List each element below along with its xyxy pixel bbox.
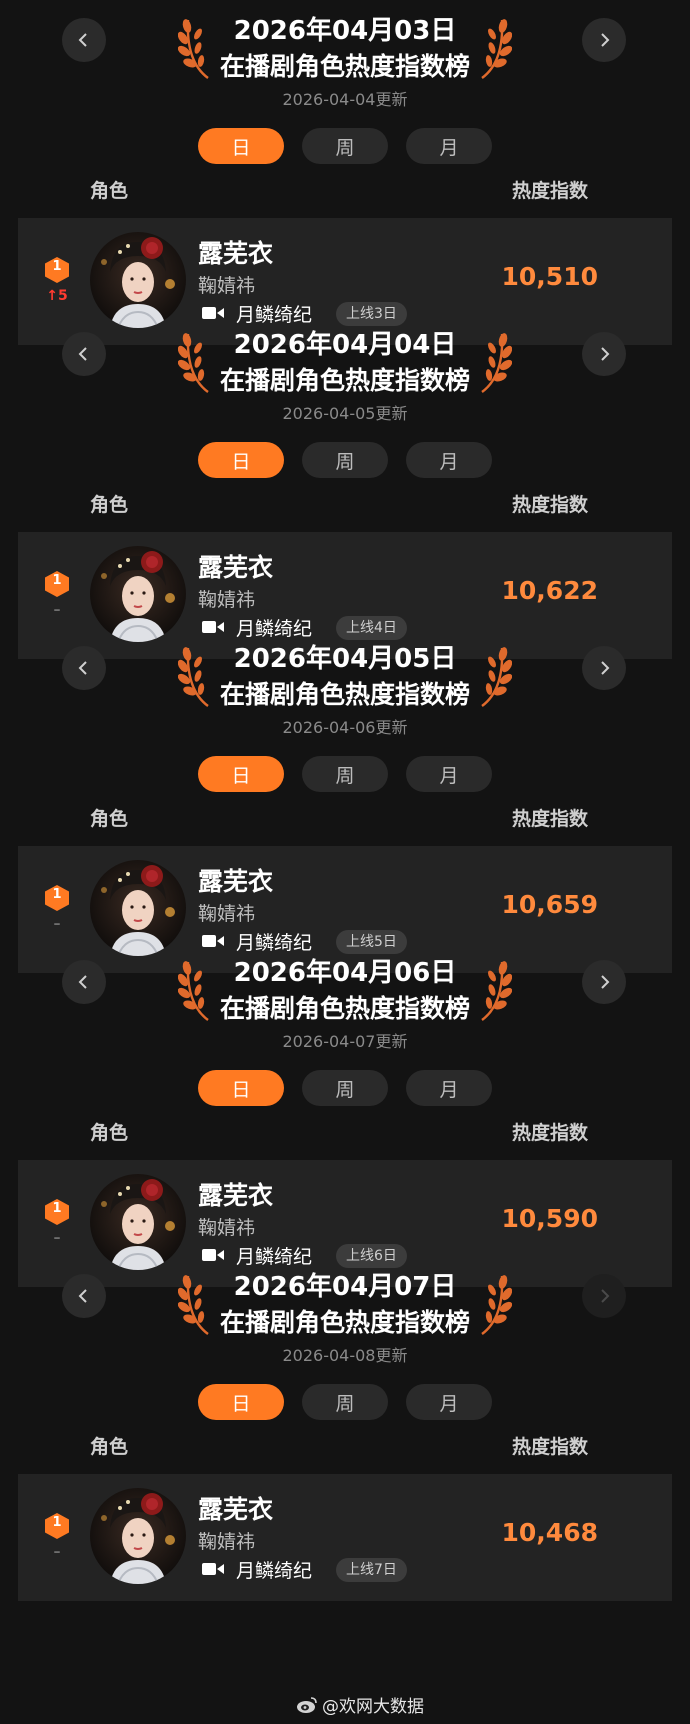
rank-change: –: [53, 602, 61, 618]
column-header-heat: 热度指数: [512, 1122, 589, 1144]
rank-number: 1: [52, 1201, 62, 1216]
heat-index-value: 10,468: [501, 1518, 598, 1547]
tab-week[interactable]: 周: [302, 442, 388, 478]
ranking-title: 在播剧角色热度指数榜: [219, 52, 470, 81]
tab-day[interactable]: 日: [198, 756, 284, 792]
updated-time: 2026-04-07更新: [282, 1032, 408, 1051]
tab-month[interactable]: 月: [406, 1384, 492, 1420]
tab-week[interactable]: 周: [302, 1384, 388, 1420]
rank-number: 1: [52, 887, 62, 902]
show-name: 月鳞绮纪: [236, 1560, 313, 1582]
actor-name: 鞠婧祎: [198, 1531, 256, 1553]
character-name: 露芜衣: [198, 553, 274, 582]
ranking-section: 2026年04月07日 在播剧角色热度指数榜 2026-04-08更新 日 周 …: [0, 1256, 690, 1601]
heat-index-value: 10,590: [501, 1204, 598, 1233]
weibo-icon: [297, 1696, 317, 1713]
ranking-title: 在播剧角色热度指数榜: [219, 680, 470, 709]
tab-day[interactable]: 日: [198, 1384, 284, 1420]
updated-time: 2026-04-05更新: [282, 404, 408, 423]
video-camera-icon: [202, 1563, 224, 1575]
tab-week[interactable]: 周: [302, 128, 388, 164]
character-name: 露芜衣: [198, 1181, 274, 1210]
character-name: 露芜衣: [198, 1495, 274, 1524]
rank-number: 1: [52, 573, 62, 588]
ranking-date: 2026年04月03日: [233, 16, 457, 46]
updated-time: 2026-04-08更新: [282, 1346, 408, 1365]
watermark: @欢网大数据: [296, 1692, 424, 1717]
tab-month[interactable]: 月: [406, 442, 492, 478]
rank-number: 1: [52, 259, 62, 274]
heat-index-value: 10,622: [501, 576, 598, 605]
column-header-heat: 热度指数: [512, 180, 589, 202]
ranking-title: 在播剧角色热度指数榜: [219, 1308, 470, 1337]
watermark-text: @欢网大数据: [322, 1697, 424, 1717]
ranking-date: 2026年04月06日: [233, 958, 457, 988]
ranking-section: 2026年04月04日 在播剧角色热度指数榜 2026-04-05更新 日 周 …: [0, 314, 690, 659]
column-header-heat: 热度指数: [512, 808, 589, 830]
ranking-title: 在播剧角色热度指数榜: [219, 366, 470, 395]
rank-change: ↑5: [46, 288, 68, 304]
avatar: [90, 1488, 186, 1584]
ranking-date: 2026年04月07日: [233, 1272, 457, 1302]
column-header-role: 角色: [90, 1122, 129, 1144]
tab-day[interactable]: 日: [198, 442, 284, 478]
heat-index-value: 10,510: [501, 262, 598, 291]
tab-month[interactable]: 月: [406, 756, 492, 792]
tab-day[interactable]: 日: [198, 128, 284, 164]
tab-week[interactable]: 周: [302, 756, 388, 792]
ranking-date: 2026年04月04日: [233, 330, 457, 360]
ranking-section: 2026年04月06日 在播剧角色热度指数榜 2026-04-07更新 日 周 …: [0, 942, 690, 1287]
character-card[interactable]: 1 – 露芜衣: [18, 1474, 672, 1601]
rank-change: –: [53, 916, 61, 932]
character-name: 露芜衣: [198, 239, 274, 268]
rank-change: –: [53, 1544, 61, 1560]
column-header-role: 角色: [90, 808, 129, 830]
ranking-title: 在播剧角色热度指数榜: [219, 994, 470, 1023]
column-header-role: 角色: [90, 180, 129, 202]
actor-name: 鞠婧祎: [198, 1217, 256, 1239]
tab-day[interactable]: 日: [198, 1070, 284, 1106]
updated-time: 2026-04-04更新: [282, 90, 408, 109]
online-days-badge: 上线7日: [336, 1558, 407, 1582]
actor-name: 鞠婧祎: [198, 275, 256, 297]
tab-month[interactable]: 月: [406, 1070, 492, 1106]
rank-number: 1: [52, 1515, 62, 1530]
column-header-heat: 热度指数: [512, 494, 589, 516]
ranking-section: 2026年04月03日 在播剧角色热度指数榜 2026-04-04更新 日 周 …: [0, 0, 690, 345]
updated-time: 2026-04-06更新: [282, 718, 408, 737]
column-header-heat: 热度指数: [512, 1436, 589, 1458]
column-header-role: 角色: [90, 1436, 129, 1458]
heat-index-value: 10,659: [501, 890, 598, 919]
tab-week[interactable]: 周: [302, 1070, 388, 1106]
ranking-date: 2026年04月05日: [233, 644, 457, 674]
tab-month[interactable]: 月: [406, 128, 492, 164]
rank-change: –: [53, 1230, 61, 1246]
character-name: 露芜衣: [198, 867, 274, 896]
actor-name: 鞠婧祎: [198, 903, 256, 925]
ranking-section: 2026年04月05日 在播剧角色热度指数榜 2026-04-06更新 日 周 …: [0, 628, 690, 973]
actor-name: 鞠婧祎: [198, 589, 256, 611]
column-header-role: 角色: [90, 494, 129, 516]
